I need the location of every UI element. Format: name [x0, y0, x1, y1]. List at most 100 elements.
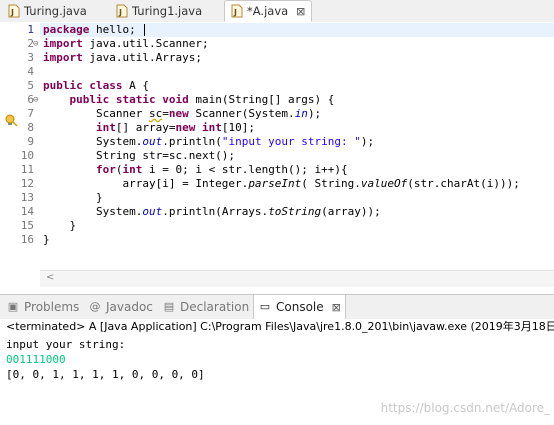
code-token: new: [175, 121, 196, 134]
editor-tab-label: Turing.java: [24, 4, 87, 18]
line-number: 10: [20, 149, 34, 162]
java-file-icon: J: [116, 4, 128, 18]
svg-text:J: J: [233, 8, 237, 17]
code-line: import java.util.Arrays;: [43, 51, 202, 65]
console-icon: ▭: [259, 300, 271, 313]
code-token: Scanner: [43, 107, 149, 120]
code-token: Scanner(System.: [188, 107, 295, 120]
tab-label: Javadoc: [106, 300, 153, 314]
editor-tab-label: Turing1.java: [132, 4, 203, 18]
code-line: Scanner sc=new Scanner(System.in);: [43, 107, 321, 121]
line-number: 9: [27, 135, 34, 148]
tab-console[interactable]: ▭ Console ⊠: [253, 295, 346, 319]
code-line: package hello;: [43, 23, 136, 37]
code-token: parseInt: [248, 177, 302, 190]
code-token: hello;: [89, 23, 136, 36]
line-number: 12: [20, 177, 34, 190]
code-line: public class A {: [43, 79, 149, 93]
code-token: );: [307, 107, 322, 120]
console-line: input your string:: [6, 338, 126, 351]
code-token: (array));: [321, 205, 381, 218]
code-token: .println(Arrays.: [162, 205, 269, 218]
code-token: out: [142, 135, 163, 148]
code-token: }: [43, 191, 103, 204]
line-number-gutter: 1 2 ⊖ 3 4 5 6 ⊖ 7 8 9 10 11 12 13 14 15 16: [0, 22, 40, 270]
line-number: 13: [20, 191, 34, 204]
java-file-icon: J: [8, 4, 20, 18]
line-number: 6: [27, 93, 34, 106]
code-token: [10];: [221, 121, 255, 134]
code-token: new: [168, 107, 189, 120]
code-line: }: [43, 219, 76, 233]
fold-collapse-icon[interactable]: ⊖: [33, 37, 40, 51]
code-token: System.: [43, 135, 143, 148]
code-line: }: [43, 191, 103, 205]
fold-collapse-icon[interactable]: ⊖: [33, 93, 40, 107]
code-token: System.: [43, 205, 143, 218]
console-line: [0, 0, 1, 1, 1, 1, 0, 0, 0, 0]: [6, 368, 205, 381]
code-token: out: [142, 205, 163, 218]
code-token: public static void: [69, 93, 189, 106]
line-number: 15: [20, 219, 34, 232]
tab-label: Problems: [24, 300, 80, 314]
console-input-line: 001111000: [6, 353, 66, 366]
close-icon[interactable]: ⊠: [296, 5, 305, 18]
code-token: package: [43, 23, 90, 36]
line-number: 14: [20, 205, 34, 218]
code-token: String str=sc.next();: [43, 149, 236, 162]
scroll-left-icon[interactable]: <: [46, 272, 54, 283]
code-token: toString: [268, 205, 322, 218]
close-icon[interactable]: ⊠: [332, 301, 341, 314]
code-token: for: [95, 163, 116, 176]
code-line: String str=sc.next();: [43, 149, 235, 163]
code-editor[interactable]: 1 2 ⊖ 3 4 5 6 ⊖ 7 8 9 10 11 12 13 14 15 16 package hello;…: [0, 22, 554, 287]
code-token: i = 0; i < str.length(); i++){: [142, 163, 348, 176]
code-token: main(String[] args) {: [188, 93, 335, 106]
tab-javadoc[interactable]: @ Javadoc: [88, 295, 153, 319]
editor-tab-turing[interactable]: J Turing.java: [8, 0, 87, 22]
tab-label: Declaration: [180, 300, 250, 314]
line-number: 2: [27, 37, 34, 50]
code-token: java.util.Arrays;: [82, 51, 202, 64]
text-cursor: [144, 24, 145, 36]
code-token: =: [162, 107, 169, 120]
bottom-view-tab-bar: ▣ Problems @ Javadoc ▤ Declaration ▭ Con…: [0, 294, 554, 320]
svg-text:J: J: [118, 8, 122, 17]
code-token: .println(: [162, 135, 222, 148]
console-status: <terminated> A [Java Application] C:\Pro…: [0, 319, 554, 335]
code-token: array[i] = Integer.: [43, 177, 249, 190]
code-token: int: [201, 121, 222, 134]
code-line: int[] array=new int[10];: [43, 121, 255, 135]
tab-declaration[interactable]: ▤ Declaration: [162, 295, 249, 319]
line-number: 16: [20, 233, 34, 246]
javadoc-icon: @: [89, 300, 101, 313]
code-line: System.out.println(Arrays.toString(array…: [43, 205, 381, 219]
editor-tab-turing1[interactable]: J Turing1.java: [116, 0, 202, 22]
code-token: );: [360, 135, 375, 148]
code-line: }: [43, 233, 50, 247]
editor-tab-a[interactable]: J *A.java ⊠: [224, 0, 313, 22]
code-line: import java.util.Scanner;: [43, 37, 209, 51]
svg-text:J: J: [10, 8, 14, 17]
line-number: 5: [27, 79, 34, 92]
code-line: array[i] = Integer.parseInt( String.valu…: [43, 177, 520, 191]
editor-tab-bar: J Turing.java J Turing1.java J *A.java ⊠: [0, 0, 554, 23]
code-token: java.util.Scanner;: [82, 37, 209, 50]
line-number: 4: [27, 65, 34, 78]
code-line: for(int i = 0; i < str.length(); i++){: [43, 163, 348, 177]
tab-problems[interactable]: ▣ Problems: [6, 295, 80, 319]
code-token: (str.charAt(i)));: [407, 177, 520, 190]
editor-tab-label: *A.java: [247, 4, 289, 18]
code-token: int: [95, 121, 116, 134]
tab-label: Console: [276, 300, 324, 314]
declaration-icon: ▤: [163, 300, 175, 313]
code-token: int: [122, 163, 143, 176]
horizontal-scrollbar[interactable]: <: [40, 270, 554, 287]
code-line: System.out.println("input your string: "…: [43, 135, 374, 149]
code-token: }: [43, 233, 50, 246]
warning-lightbulb-icon[interactable]: [4, 112, 18, 127]
code-token: sc: [148, 107, 163, 120]
